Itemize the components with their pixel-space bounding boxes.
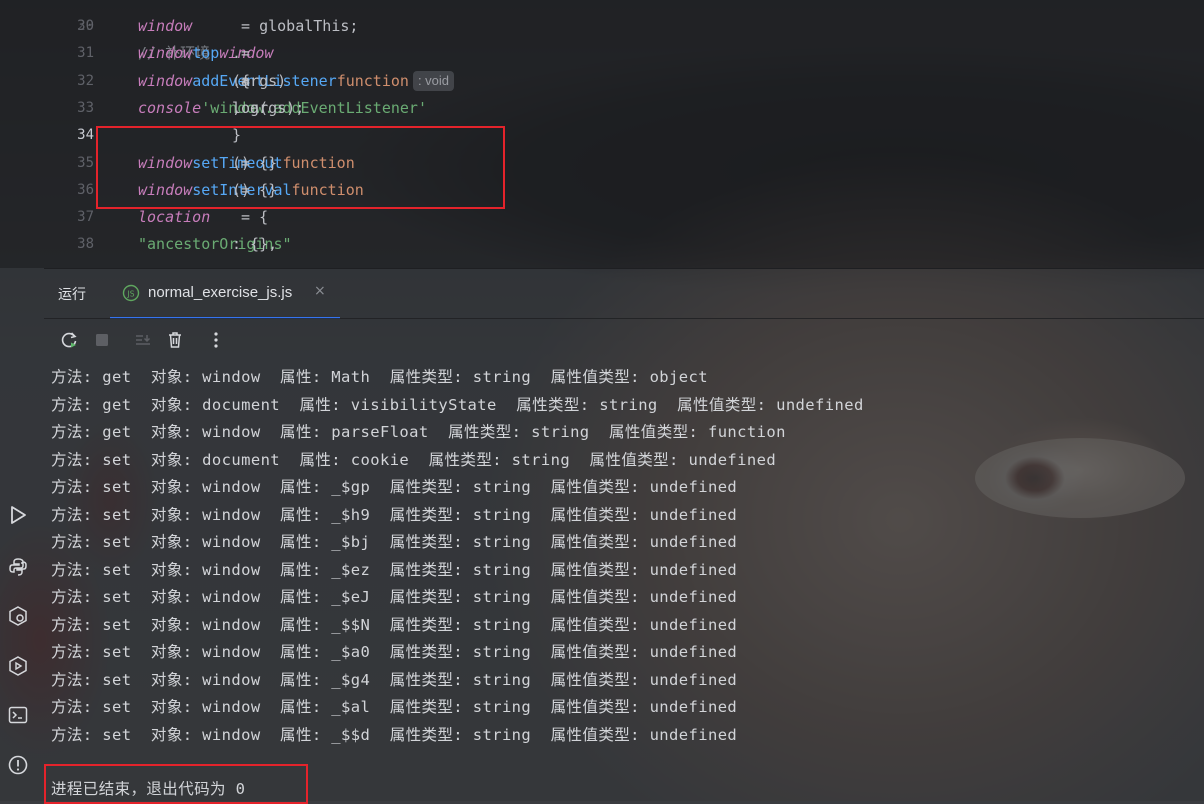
code-text: window = globalThis;	[138, 13, 358, 40]
code-token: =	[232, 44, 260, 63]
code-token: function	[336, 71, 409, 90]
left-tool-strip	[0, 0, 44, 801]
code-token: window	[138, 71, 193, 90]
line-number: 36	[77, 181, 94, 198]
debug-icon[interactable]	[6, 654, 30, 678]
line-number: 32	[77, 72, 94, 89]
code-token: {	[232, 71, 251, 90]
close-icon[interactable]: ×	[314, 283, 326, 299]
tab-normal-exercise-js[interactable]: JS normal_exercise_js.js ×	[110, 269, 340, 319]
run-tool-window-header: 运行 JS normal_exercise_js.js ×	[44, 268, 1204, 319]
console-line: 方法: get 对象: document 属性: visibilityState…	[51, 395, 864, 414]
annotation-highlight-box	[96, 126, 505, 209]
code-line-partial: 29 // 补环境	[44, 0, 1204, 62]
code-text: console. log('window.addEventListener', a…	[138, 95, 427, 122]
console-line: 方法: set 对象: window 属性: _$$d 属性类型: string…	[51, 725, 738, 744]
line-number: 35	[77, 154, 94, 171]
clear-all-icon[interactable]	[164, 329, 186, 351]
stop-icon[interactable]	[91, 329, 113, 351]
console-line: 方法: set 对象: document 属性: cookie 属性类型: st…	[51, 450, 777, 469]
code-line: 31 window. top = window	[44, 40, 1204, 67]
line-number: 38	[77, 236, 94, 253]
console-toolbar	[44, 318, 1204, 363]
scroll-to-end-icon[interactable]	[132, 329, 154, 351]
code-token: window	[138, 17, 193, 35]
code-text: window. top = window	[138, 40, 273, 67]
code-line: 33 console. log('window.addEventListener'…	[44, 95, 1204, 122]
console-line: 方法: set 对象: window 属性: _$al 属性类型: string…	[51, 698, 738, 716]
code-token: , args);	[232, 98, 305, 117]
line-number: 34	[77, 127, 94, 144]
console-line: 方法: set 对象: window 属性: _$gp 属性类型: string…	[51, 478, 738, 496]
code-line: 30 window = globalThis;	[44, 13, 1204, 40]
code-line: 32 window. addEventListener = function (arg…	[44, 68, 1204, 95]
line-number: 30	[77, 18, 94, 34]
code-token: top	[192, 44, 220, 63]
console-line: 方法: set 对象: window 属性: _$eJ 属性类型: string…	[51, 588, 738, 606]
code-text: "ancestorOrigins": {},	[138, 231, 292, 258]
run-icon[interactable]	[6, 503, 30, 527]
svg-text:JS: JS	[127, 289, 135, 298]
code-token: = globalThis;	[232, 17, 359, 35]
code-editor[interactable]: 29 // 补环境 30 window = globalThis; 31 window…	[44, 0, 1204, 268]
code-token: console	[138, 98, 202, 117]
console-line: 方法: set 对象: window 属性: _$h9 属性类型: string…	[51, 505, 738, 524]
rerun-icon[interactable]	[58, 329, 80, 351]
console-line: 方法: set 对象: window 属性: _$$N 属性类型: string…	[51, 615, 738, 634]
run-window-title: 运行	[58, 287, 86, 303]
services-icon[interactable]	[6, 604, 30, 628]
code-text: window. addEventListener = function (args)…	[138, 68, 460, 95]
python-packages-icon[interactable]	[6, 555, 30, 579]
console-line: 方法: get 对象: window 属性: Math 属性类型: string…	[51, 368, 708, 386]
code-token: location	[138, 208, 211, 227]
code-token: window	[138, 44, 193, 63]
console-line: 方法: set 对象: window 属性: _$ez 属性类型: string…	[51, 560, 738, 579]
code-line: 38 "ancestorOrigins": {},	[44, 231, 1204, 258]
more-options-icon[interactable]	[205, 329, 227, 351]
problems-icon[interactable]	[6, 753, 30, 777]
javascript-file-icon: JS	[122, 284, 140, 302]
inlay-type-hint: : void	[412, 70, 455, 91]
line-number: 33	[77, 99, 94, 116]
console-line: 方法: set 对象: window 属性: _$g4 属性类型: string…	[51, 670, 738, 689]
console-line: 方法: set 对象: window 属性: _$bj 属性类型: string…	[51, 533, 738, 551]
code-token: : {},	[232, 235, 278, 254]
console-output[interactable]: 方法: get 对象: window 属性: Math 属性类型: string…	[44, 362, 1204, 801]
line-number: 31	[77, 45, 94, 62]
terminal-icon[interactable]	[6, 703, 30, 727]
console-line: 方法: set 对象: window 属性: _$a0 属性类型: string…	[51, 643, 738, 661]
line-number: 37	[77, 209, 94, 226]
console-line: 方法: get 对象: window 属性: parseFloat 属性类型: …	[51, 423, 786, 441]
tab-label: normal_exercise_js.js	[148, 284, 293, 301]
annotation-highlight-box	[44, 764, 308, 804]
